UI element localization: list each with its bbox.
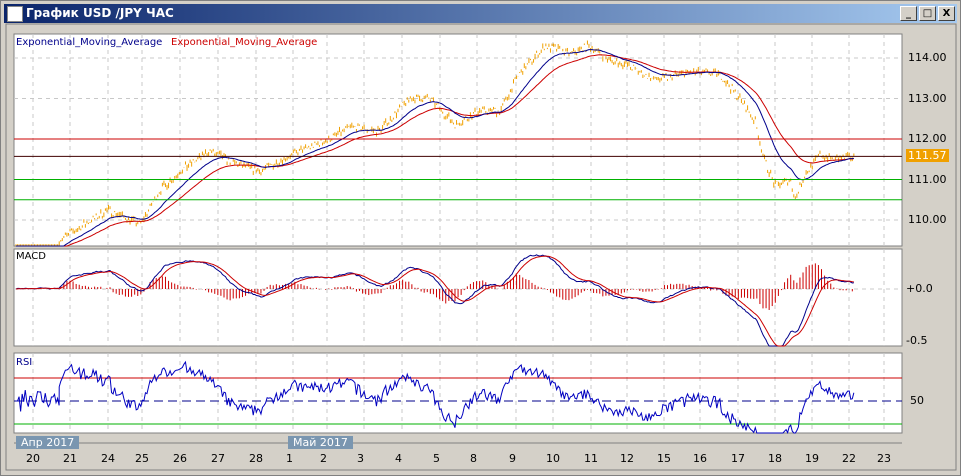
- date-tick-label: 16: [693, 452, 707, 465]
- price-tick-label: 110.00: [908, 213, 947, 226]
- date-tick-label: 18: [768, 452, 782, 465]
- month-label: Апр 2017: [16, 436, 80, 449]
- date-tick-label: 3: [357, 452, 364, 465]
- date-tick-label: 19: [805, 452, 819, 465]
- rsi-tick-label: 50: [910, 394, 924, 407]
- price-tick-label: 113.00: [908, 91, 947, 105]
- date-tick-label: 25: [135, 452, 149, 465]
- date-tick-label: 23: [877, 452, 891, 465]
- price-tick-label: 112.00: [908, 132, 947, 145]
- macd-label: MACD: [16, 251, 46, 262]
- date-tick-label: 15: [657, 452, 671, 465]
- macd-tick-label: -0.5: [906, 334, 928, 347]
- date-tick-label: 5: [433, 452, 440, 465]
- date-tick-label: 10: [546, 452, 560, 465]
- date-tick-label: 21: [63, 452, 77, 465]
- chart-canvas[interactable]: [0, 0, 961, 476]
- date-tick-label: 1: [286, 452, 293, 465]
- current-price-label: 111.57: [906, 149, 949, 163]
- date-tick-label: 11: [584, 452, 598, 465]
- date-tick-label: 17: [731, 452, 745, 465]
- date-tick-label: 28: [249, 452, 263, 465]
- legend-ema-fast: Exponential_Moving_Average: [16, 37, 163, 48]
- date-tick-label: 9: [509, 452, 516, 465]
- macd-tick-label: +0.0: [906, 282, 933, 295]
- price-tick-label: 111.00: [908, 172, 947, 186]
- month-label: Май 2017: [288, 436, 353, 449]
- date-tick-label: 24: [101, 452, 115, 465]
- rsi-label: RSI: [16, 357, 33, 368]
- date-tick-label: 26: [173, 452, 187, 465]
- date-tick-label: 20: [26, 452, 40, 465]
- legend-ema-slow: Exponential_Moving_Average: [171, 37, 318, 48]
- date-tick-label: 22: [842, 452, 856, 465]
- date-tick-label: 4: [395, 452, 402, 465]
- date-tick-label: 2: [320, 452, 327, 465]
- price-tick-label: 114.00: [908, 51, 947, 64]
- date-tick-label: 8: [470, 452, 477, 465]
- date-tick-label: 27: [211, 452, 225, 465]
- date-tick-label: 12: [620, 452, 634, 465]
